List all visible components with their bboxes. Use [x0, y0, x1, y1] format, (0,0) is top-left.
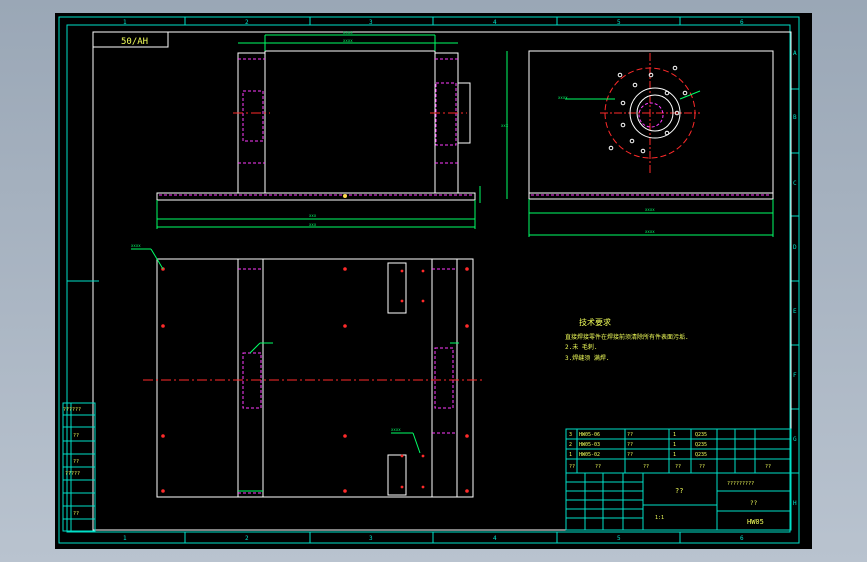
- left-table-cell-4: ?????: [65, 471, 80, 477]
- front-view: xxxx xxxx xxx xxx: [156, 30, 481, 229]
- bom-row1-idx: 3: [569, 432, 572, 438]
- col-label-6: 6: [740, 19, 744, 26]
- top-view: xxxx xxxx xxxx: [131, 95, 568, 498]
- row-label-g: G: [793, 436, 797, 443]
- bom-header-3: ??: [643, 464, 649, 470]
- bom-row3-name: ??: [627, 452, 633, 458]
- tech-line-2: 2.未 毛刺.: [565, 343, 597, 351]
- col-label-1-bottom: 1: [123, 535, 127, 542]
- note-leader-1: xxxx: [131, 243, 141, 248]
- left-table-cell-3: ??: [73, 459, 79, 465]
- bom-header-2: ??: [595, 464, 601, 470]
- left-side-table: [62, 280, 99, 532]
- bom-row3-idx: 1: [569, 452, 572, 458]
- title-block-scale: 1:1: [655, 515, 664, 521]
- left-table-cell-5: ??: [73, 511, 79, 517]
- col-label-2-bottom: 2: [245, 535, 249, 542]
- row-label-c: C: [793, 180, 797, 187]
- col-label-5: 5: [617, 19, 621, 26]
- note-leader-2: xxxx: [391, 427, 401, 432]
- inner-frame: [66, 24, 791, 533]
- bom-header-4: ??: [675, 464, 681, 470]
- drawing-svg: 1 2 3 4 5 6 1 2 3 4 5 6 A B C D E F G H …: [58, 16, 800, 544]
- column-ticks: [184, 17, 799, 543]
- bom-header-6: ??: [765, 464, 771, 470]
- col-label-2: 2: [245, 19, 249, 26]
- bom-row1-code: HW05-06: [579, 432, 600, 438]
- col-label-3: 3: [369, 19, 373, 26]
- side-view: xxxx xxxx xxx: [501, 50, 774, 237]
- col-label-6-bottom: 6: [740, 535, 744, 542]
- bom-header-5: ??: [699, 464, 705, 470]
- tech-heading: 技术要求: [579, 317, 611, 327]
- dim-top-width: xxxx: [343, 30, 353, 35]
- cad-drawing-canvas[interactable]: 1 2 3 4 5 6 1 2 3 4 5 6 A B C D E F G H …: [55, 13, 812, 549]
- title-tag: 50/AH: [121, 37, 148, 47]
- bom-row2-code: HW05-03: [579, 442, 600, 448]
- note-leader-3: xxxx: [558, 95, 568, 100]
- left-table-cell-2: ??: [73, 433, 79, 439]
- row-label-e: E: [793, 308, 797, 315]
- dim-height: xxx: [501, 123, 509, 128]
- drawing-number: HW05: [747, 518, 764, 526]
- bom-row2-idx: 2: [569, 442, 572, 448]
- dim-base-width: xxx: [309, 213, 317, 218]
- title-block-company: ?????????: [727, 481, 754, 487]
- row-label-h: H: [793, 500, 797, 507]
- bom-row3-material: Q235: [695, 452, 707, 458]
- bom-header-1: ??: [569, 464, 575, 470]
- tech-line-3: 3.焊缝须 满焊.: [565, 354, 609, 362]
- bom-row1-name: ??: [627, 432, 633, 438]
- col-label-1: 1: [123, 19, 127, 26]
- col-label-4-bottom: 4: [493, 535, 497, 542]
- tech-line-1: 直接焊接零件在焊接前须清除所有件表面污垢.: [565, 333, 689, 341]
- bom-row1-material: Q235: [695, 432, 707, 438]
- sheet-border: [92, 31, 792, 531]
- row-label-d: D: [793, 244, 797, 251]
- bom-row3-code: HW05-02: [579, 452, 600, 458]
- row-label-b: B: [793, 114, 797, 121]
- bom-row2-material: Q235: [695, 442, 707, 448]
- left-table-cell-1: ??????: [63, 407, 81, 413]
- title-block-center: ??: [675, 487, 683, 495]
- dim-inner-width: xxxx: [343, 38, 353, 43]
- title-block-part-name: ??: [750, 500, 758, 507]
- dim-base-total: xxx: [309, 222, 317, 227]
- col-label-5-bottom: 5: [617, 535, 621, 542]
- row-label-f: F: [793, 372, 797, 379]
- dim-side-width: xxxx: [645, 207, 655, 212]
- dim-side-total: xxxx: [645, 229, 655, 234]
- col-label-4: 4: [493, 19, 497, 26]
- col-label-3-bottom: 3: [369, 535, 373, 542]
- bom-row1-qty: 1: [673, 432, 676, 438]
- bom-row3-qty: 1: [673, 452, 676, 458]
- bom-row2-name: ??: [627, 442, 633, 448]
- bom-row2-qty: 1: [673, 442, 676, 448]
- row-label-a: A: [793, 50, 797, 57]
- center-mark: [343, 194, 347, 198]
